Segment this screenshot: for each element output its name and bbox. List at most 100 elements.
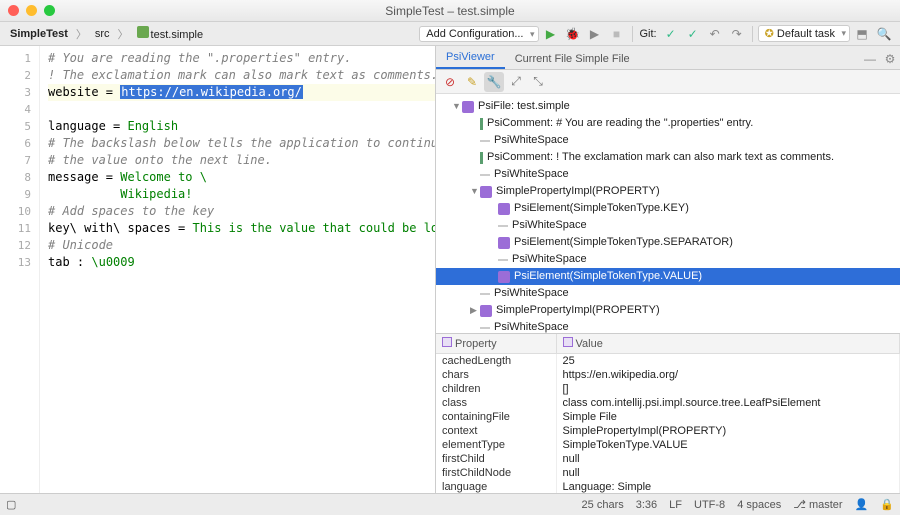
tree-node[interactable]: PsiWhiteSpace	[436, 285, 900, 302]
tree-node[interactable]: PsiWhiteSpace	[436, 319, 900, 333]
vcs-history-button[interactable]: ↶	[705, 24, 725, 44]
property-row[interactable]: languageLanguage: Simple	[436, 480, 900, 493]
code-line[interactable]: # You are reading the ".properties" entr…	[48, 50, 435, 67]
tree-node[interactable]: PsiElement(SimpleTokenType.KEY)	[436, 200, 900, 217]
code-line[interactable]: key\ with\ spaces = This is the value th…	[48, 220, 435, 237]
gear-icon[interactable]: ⚙	[880, 49, 900, 69]
minimize-icon[interactable]	[26, 5, 37, 16]
status-caret-pos[interactable]: 3:36	[636, 499, 657, 511]
code-line[interactable]: ! The exclamation mark can also mark tex…	[48, 67, 435, 84]
tree-node[interactable]: ▶SimplePropertyImpl(PROPERTY)	[436, 302, 900, 319]
expand-all-icon[interactable]: ⤢	[506, 72, 526, 92]
tree-node-label: PsiElement(SimpleTokenType.SEPARATOR)	[514, 234, 733, 251]
tree-node[interactable]: PsiComment: # You are reading the ".prop…	[436, 115, 900, 132]
tool-window-tabs: PsiViewer Current File Simple File — ⚙	[436, 46, 900, 70]
status-indent[interactable]: 4 spaces	[737, 499, 781, 511]
tree-node[interactable]: PsiWhiteSpace	[436, 217, 900, 234]
main-toolbar: SimpleTest 〉 src 〉 test.simple Add Confi…	[0, 22, 900, 46]
stop-button[interactable]: ■	[607, 24, 627, 44]
comment-icon	[480, 118, 483, 130]
tree-node[interactable]: PsiWhiteSpace	[436, 251, 900, 268]
comment-icon	[480, 152, 483, 164]
code-line[interactable]: Wikipedia!	[48, 186, 435, 203]
psi-element-icon	[480, 186, 492, 198]
psi-tree[interactable]: ▼PsiFile: test.simplePsiComment: # You a…	[436, 94, 900, 333]
tree-node[interactable]: PsiElement(SimpleTokenType.VALUE)	[436, 268, 900, 285]
wrench-icon[interactable]: 🔧	[484, 72, 504, 92]
property-row[interactable]: firstChildNodenull	[436, 466, 900, 480]
code-editor[interactable]: 12345678910111213 # You are reading the …	[0, 46, 435, 493]
close-icon[interactable]	[8, 5, 19, 16]
status-selection: 25 chars	[582, 499, 624, 511]
psi-toolbar: ⊘ ✎ 🔧 ⤢ ⤡	[436, 70, 900, 94]
code-line[interactable]: tab : \u0009	[48, 254, 435, 271]
editor-gutter: 12345678910111213	[0, 46, 40, 493]
tab-current-file[interactable]: Current File Simple File	[505, 49, 640, 69]
vcs-label: Git:	[638, 28, 659, 40]
property-row[interactable]: children[]	[436, 382, 900, 396]
breadcrumb-folder[interactable]: src	[91, 26, 114, 42]
tree-node[interactable]: PsiWhiteSpace	[436, 166, 900, 183]
property-row[interactable]: charshttps://en.wikipedia.org/	[436, 368, 900, 382]
tree-node-label: PsiComment: # You are reading the ".prop…	[487, 115, 753, 132]
code-line[interactable]: # the value onto the next line.	[48, 152, 435, 169]
task-combo[interactable]: ✪ Default task	[758, 25, 850, 42]
vcs-revert-button[interactable]: ↷	[727, 24, 747, 44]
code-line[interactable]: language = English	[48, 118, 435, 135]
code-line[interactable]: message = Welcome to \	[48, 169, 435, 186]
run-button[interactable]: ▶	[541, 24, 561, 44]
git-branch[interactable]: ⎇ master	[793, 498, 842, 511]
tree-node-label: PsiComment: ! The exclamation mark can a…	[487, 149, 834, 166]
breadcrumb: SimpleTest 〉 src 〉 test.simple	[0, 24, 207, 43]
property-header-value[interactable]: Value	[556, 334, 900, 354]
property-row[interactable]: elementTypeSimpleTokenType.VALUE	[436, 438, 900, 452]
hide-tool-window-icon[interactable]: —	[860, 49, 880, 69]
tree-node-label: PsiElement(SimpleTokenType.KEY)	[514, 200, 689, 217]
tree-node[interactable]: ▼PsiFile: test.simple	[436, 98, 900, 115]
tree-node-label: PsiElement(SimpleTokenType.VALUE)	[514, 268, 702, 285]
whitespace-icon	[498, 225, 508, 227]
highlight-icon[interactable]: ✎	[462, 72, 482, 92]
status-encoding[interactable]: UTF-8	[694, 499, 725, 511]
file-icon	[137, 26, 149, 38]
status-line-sep[interactable]: LF	[669, 499, 682, 511]
property-row[interactable]: cachedLength25	[436, 354, 900, 369]
vcs-update-button[interactable]: ✓	[661, 24, 681, 44]
ide-update-icon[interactable]: ⬒	[852, 24, 872, 44]
search-everywhere-button[interactable]: 🔍	[874, 24, 894, 44]
filter-icon[interactable]: ⊘	[440, 72, 460, 92]
code-line[interactable]: # Unicode	[48, 237, 435, 254]
tree-node[interactable]: ▼SimplePropertyImpl(PROPERTY)	[436, 183, 900, 200]
collapse-all-icon[interactable]: ⤡	[528, 72, 548, 92]
window-title: SimpleTest – test.simple	[0, 4, 900, 18]
breadcrumb-file[interactable]: test.simple	[133, 24, 208, 43]
editor-content[interactable]: # You are reading the ".properties" entr…	[40, 46, 435, 493]
debug-button[interactable]: 🐞	[563, 24, 583, 44]
tree-node[interactable]: PsiWhiteSpace	[436, 132, 900, 149]
code-line[interactable]	[48, 101, 435, 118]
tree-node[interactable]: PsiElement(SimpleTokenType.SEPARATOR)	[436, 234, 900, 251]
psi-element-icon	[480, 305, 492, 317]
breadcrumb-project[interactable]: SimpleTest	[6, 26, 72, 42]
tree-node[interactable]: PsiComment: ! The exclamation mark can a…	[436, 149, 900, 166]
property-header-key[interactable]: Property	[436, 334, 556, 354]
property-row[interactable]: firstChildnull	[436, 452, 900, 466]
property-row[interactable]: classclass com.intellij.psi.impl.source.…	[436, 396, 900, 410]
titlebar: SimpleTest – test.simple	[0, 0, 900, 22]
code-line[interactable]: # The backslash below tells the applicat…	[48, 135, 435, 152]
inspection-icon[interactable]: 👤	[855, 498, 869, 511]
run-coverage-button[interactable]: ▶	[585, 24, 605, 44]
tab-psiviewer[interactable]: PsiViewer	[436, 47, 505, 69]
lock-icon[interactable]: 🔒	[880, 498, 894, 511]
psi-element-icon	[498, 271, 510, 283]
property-row[interactable]: containingFileSimple File	[436, 410, 900, 424]
psi-element-icon	[498, 237, 510, 249]
run-config-combo[interactable]: Add Configuration...	[419, 26, 538, 42]
maximize-icon[interactable]	[44, 5, 55, 16]
whitespace-icon	[480, 293, 490, 295]
code-line[interactable]: website = https://en.wikipedia.org/	[48, 84, 435, 101]
code-line[interactable]: # Add spaces to the key	[48, 203, 435, 220]
vcs-commit-button[interactable]: ✓	[683, 24, 703, 44]
property-row[interactable]: contextSimplePropertyImpl(PROPERTY)	[436, 424, 900, 438]
status-tool-windows-icon[interactable]: ▢	[6, 498, 16, 511]
